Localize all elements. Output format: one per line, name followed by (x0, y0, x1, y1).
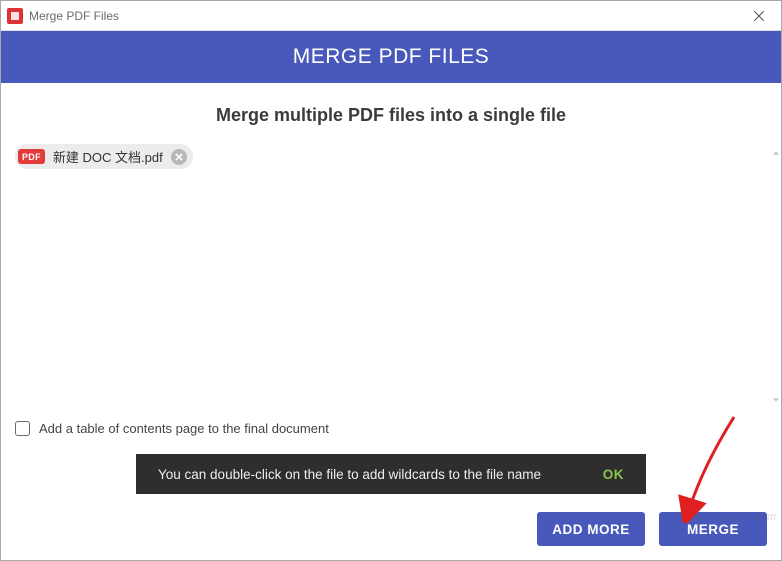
toast-ok-button[interactable]: OK (603, 467, 624, 482)
add-more-button[interactable]: ADD MORE (537, 512, 645, 546)
close-icon (175, 153, 183, 161)
action-buttons: ADD MORE MERGE (15, 512, 767, 546)
toc-label: Add a table of contents page to the fina… (39, 421, 329, 436)
close-button[interactable] (737, 1, 781, 31)
scroll-down-button[interactable] (769, 393, 782, 407)
scroll-up-button[interactable] (769, 146, 782, 160)
footer: Add a table of contents page to the fina… (1, 409, 781, 560)
file-name: 新建 DOC 文档.pdf (53, 147, 163, 166)
pdf-badge-icon: PDF (18, 149, 45, 164)
window-title: Merge PDF Files (29, 9, 119, 23)
app-icon (7, 8, 23, 24)
page-subtitle: Merge multiple PDF files into a single f… (1, 83, 781, 144)
toc-checkbox[interactable] (15, 421, 30, 436)
banner: MERGE PDF FILES (1, 31, 781, 83)
chevron-down-icon (772, 396, 780, 404)
titlebar-left: Merge PDF Files (7, 8, 119, 24)
toast-message: You can double-click on the file to add … (158, 467, 541, 482)
titlebar: Merge PDF Files (1, 1, 781, 31)
remove-file-button[interactable] (171, 149, 187, 165)
close-icon (754, 11, 764, 21)
merge-pdf-window: Merge PDF Files MERGE PDF FILES Merge mu… (0, 0, 782, 561)
file-chip[interactable]: PDF 新建 DOC 文档.pdf (15, 144, 193, 169)
banner-title: MERGE PDF FILES (293, 45, 490, 69)
hint-toast: You can double-click on the file to add … (136, 454, 646, 494)
toc-option-row: Add a table of contents page to the fina… (15, 421, 767, 436)
chevron-up-icon (772, 149, 780, 157)
scrollbar (769, 144, 782, 409)
file-list-area: PDF 新建 DOC 文档.pdf (1, 144, 781, 409)
merge-button[interactable]: MERGE (659, 512, 767, 546)
